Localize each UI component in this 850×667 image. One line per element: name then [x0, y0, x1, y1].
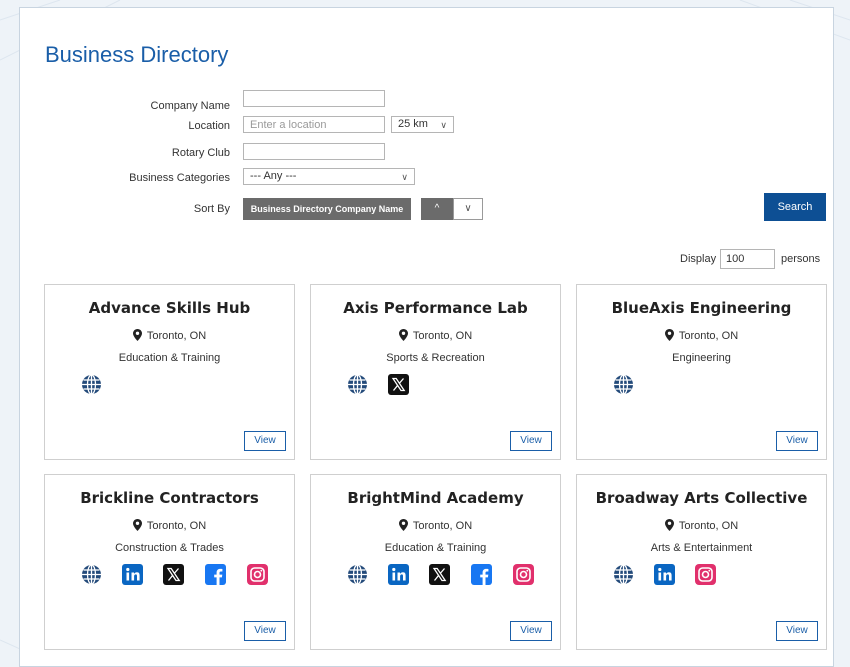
location-label: Toronto, ON [146, 330, 207, 342]
x-icon[interactable] [429, 564, 450, 585]
map-pin-icon [664, 329, 674, 344]
location-label: Toronto, ON [678, 330, 739, 342]
page-title: Business Directory [45, 42, 229, 67]
location-label: Toronto, ON [678, 520, 739, 532]
chevron-down-icon: ∨ [401, 172, 408, 182]
company-name: BlueAxis Engineering [611, 299, 792, 317]
business-card: Advance Skills Hub Toronto, ON Education… [44, 284, 295, 460]
company-name-label: Company Name [150, 100, 230, 112]
globe-icon[interactable] [81, 374, 102, 395]
instagram-icon[interactable] [247, 564, 268, 585]
view-button[interactable]: View [776, 431, 818, 451]
location-text: Toronto, ON [45, 519, 294, 534]
rotary-club-label: Rotary Club [171, 147, 230, 159]
category-text: Education & Training [384, 542, 487, 554]
map-pin-icon [398, 519, 408, 534]
sort-descending-button[interactable]: ∨ [453, 198, 483, 220]
map-pin-icon [132, 519, 142, 534]
location-text: Toronto, ON [311, 519, 560, 534]
view-button[interactable]: View [244, 621, 286, 641]
location-text: Toronto, ON [577, 329, 826, 344]
chevron-up-icon: ^ [434, 203, 440, 214]
instagram-icon[interactable] [513, 564, 534, 585]
chevron-down-icon: ∨ [440, 120, 447, 130]
directory-panel: Business Directory Company Name Location… [19, 7, 834, 667]
location-label: Location [188, 120, 230, 132]
company-name-input[interactable] [243, 90, 385, 107]
globe-icon[interactable] [613, 374, 634, 395]
business-card: Axis Performance Lab Toronto, ON Sports … [310, 284, 561, 460]
category-text: Construction & Trades [115, 542, 224, 554]
map-pin-icon [398, 329, 408, 344]
map-pin-icon [664, 519, 674, 534]
globe-icon[interactable] [81, 564, 102, 585]
facebook-icon[interactable] [471, 564, 492, 585]
globe-icon[interactable] [347, 564, 368, 585]
company-name: Broadway Arts Collective [595, 489, 808, 507]
location-label: Toronto, ON [146, 520, 207, 532]
radius-value: 25 km [398, 118, 428, 130]
radius-select[interactable]: 25 km ∨ [391, 116, 454, 133]
category-text: Arts & Entertainment [650, 542, 753, 554]
business-card: Brickline Contractors Toronto, ON Constr… [44, 474, 295, 650]
company-name: Advance Skills Hub [88, 299, 251, 317]
category-text: Engineering [672, 352, 731, 364]
view-button[interactable]: View [510, 431, 552, 451]
location-label: Toronto, ON [412, 520, 473, 532]
display-count-input[interactable]: 100 [720, 249, 775, 269]
search-button[interactable]: Search [764, 193, 826, 221]
view-button[interactable]: View [244, 431, 286, 451]
facebook-icon[interactable] [205, 564, 226, 585]
business-categories-label: Business Categories [129, 172, 230, 184]
business-card: BlueAxis Engineering Toronto, ON Enginee… [576, 284, 827, 460]
display-label: Display [680, 253, 717, 265]
location-text: Toronto, ON [577, 519, 826, 534]
business-categories-select[interactable]: --- Any --- ∨ [243, 168, 415, 185]
sort-field-button[interactable]: Business Directory Company Name [243, 198, 411, 220]
globe-icon[interactable] [613, 564, 634, 585]
sort-by-label: Sort By [193, 203, 230, 215]
instagram-icon[interactable] [695, 564, 716, 585]
location-text: Toronto, ON [311, 329, 560, 344]
company-name: Axis Performance Lab [343, 299, 528, 317]
x-icon[interactable] [163, 564, 184, 585]
x-icon[interactable] [388, 374, 409, 395]
chevron-down-icon: ∨ [464, 203, 472, 214]
view-button[interactable]: View [510, 621, 552, 641]
location-input[interactable] [243, 116, 385, 133]
linkedin-icon[interactable] [654, 564, 675, 585]
linkedin-icon[interactable] [388, 564, 409, 585]
business-categories-value: --- Any --- [250, 170, 297, 182]
category-text: Education & Training [118, 352, 221, 364]
globe-icon[interactable] [347, 374, 368, 395]
company-name: Brickline Contractors [80, 489, 259, 507]
sort-ascending-button[interactable]: ^ [421, 198, 453, 220]
rotary-club-input[interactable] [243, 143, 385, 160]
category-text: Sports & Recreation [386, 352, 485, 364]
location-label: Toronto, ON [412, 330, 473, 342]
linkedin-icon[interactable] [122, 564, 143, 585]
map-pin-icon [132, 329, 142, 344]
view-button[interactable]: View [776, 621, 818, 641]
company-name: BrightMind Academy [347, 489, 524, 507]
business-card: BrightMind Academy Toronto, ON Education… [310, 474, 561, 650]
persons-label: persons [781, 253, 821, 265]
location-text: Toronto, ON [45, 329, 294, 344]
business-card: Broadway Arts Collective Toronto, ON Art… [576, 474, 827, 650]
